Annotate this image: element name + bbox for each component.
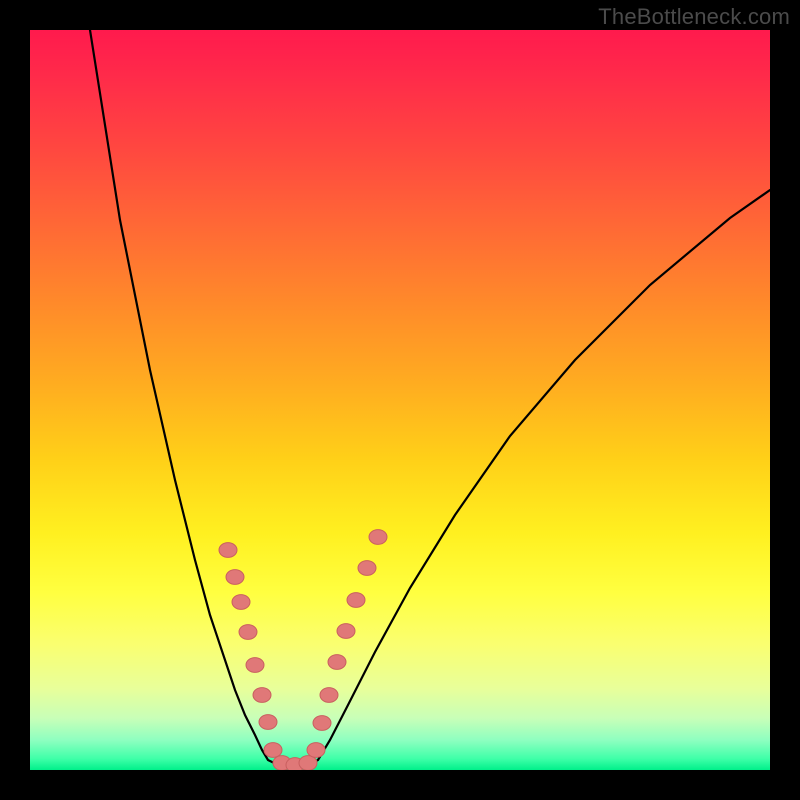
chart-svg: [30, 30, 770, 770]
marker-point: [313, 716, 331, 731]
marker-point: [299, 756, 317, 770]
marker-point: [307, 743, 325, 758]
watermark-text: TheBottleneck.com: [598, 4, 790, 30]
marker-point: [219, 543, 237, 558]
marker-point: [337, 624, 355, 639]
marker-point: [232, 595, 250, 610]
marker-point: [253, 688, 271, 703]
plot-area: [30, 30, 770, 770]
marker-point: [264, 743, 282, 758]
marker-point: [369, 530, 387, 545]
bottleneck-curve: [90, 30, 770, 767]
marker-point: [259, 715, 277, 730]
marker-point: [328, 655, 346, 670]
marker-point: [347, 593, 365, 608]
marker-point: [226, 570, 244, 585]
chart-frame: TheBottleneck.com: [0, 0, 800, 800]
data-markers: [219, 530, 387, 770]
marker-point: [320, 688, 338, 703]
marker-point: [246, 658, 264, 673]
marker-point: [358, 561, 376, 576]
marker-point: [239, 625, 257, 640]
